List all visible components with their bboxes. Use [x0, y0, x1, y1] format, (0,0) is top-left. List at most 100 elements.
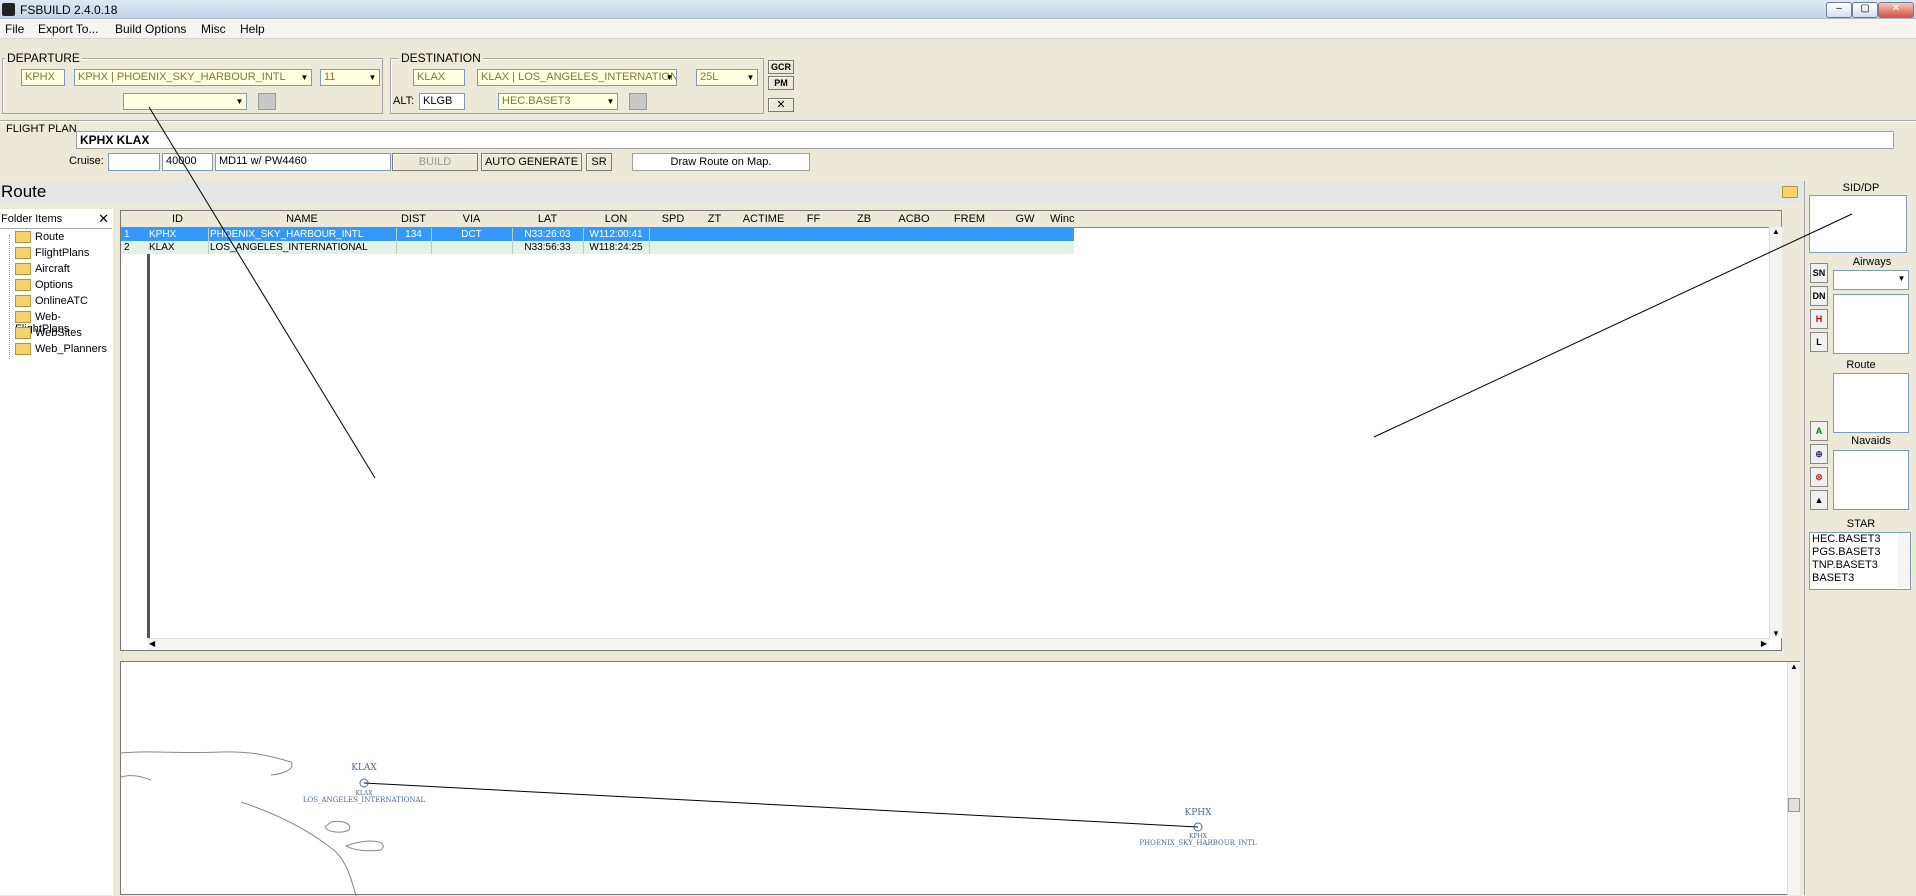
- star-select[interactable]: HEC.BASET3 ▼: [498, 93, 618, 110]
- close-icon[interactable]: ✕: [98, 211, 109, 227]
- folder-icon: [15, 247, 31, 260]
- navaids-list[interactable]: [1833, 450, 1909, 510]
- folder-item-options[interactable]: Options: [15, 279, 73, 293]
- folder-item-web-flightplans[interactable]: Web-FlightPlans: [15, 311, 113, 335]
- gcr-button[interactable]: GCR: [768, 60, 794, 74]
- build-button[interactable]: BUILD: [392, 153, 478, 171]
- scroll-left-icon[interactable]: ◀: [149, 639, 155, 648]
- destination-airport-select[interactable]: KLAX | LOS_ANGELES_INTERNATION ▼: [477, 69, 677, 86]
- dn-button[interactable]: DN: [1810, 286, 1828, 306]
- destination-runway-select[interactable]: 25L ▼: [696, 69, 758, 86]
- column-header[interactable]: DIST: [396, 211, 432, 228]
- column-header[interactable]: ACTIME: [739, 211, 789, 228]
- airways-select[interactable]: ▼: [1833, 270, 1909, 290]
- star-item[interactable]: TNP.BASET3: [1810, 559, 1910, 572]
- pm-button[interactable]: PM: [768, 76, 794, 90]
- folder-item-web-planners[interactable]: Web_Planners: [15, 343, 107, 357]
- maximize-button[interactable]: ▢: [1852, 2, 1878, 18]
- airways-list[interactable]: [1833, 294, 1909, 354]
- star-list[interactable]: HEC.BASET3 PGS.BASET3 TNP.BASET3 BASET3: [1809, 532, 1911, 590]
- star-item[interactable]: BASET3: [1810, 572, 1910, 585]
- departure-runway-select[interactable]: 11 ▼: [320, 69, 380, 86]
- cell-via: [431, 241, 513, 254]
- menu-file[interactable]: File: [5, 22, 24, 36]
- column-header[interactable]: ZB: [839, 211, 890, 228]
- menu-export[interactable]: Export To...: [38, 22, 98, 36]
- sn-button[interactable]: SN: [1810, 263, 1828, 283]
- departure-icao-field[interactable]: KPHX: [21, 69, 65, 86]
- refresh-icon[interactable]: [629, 93, 647, 110]
- folder-header: Folder Items ✕: [0, 210, 112, 229]
- column-header[interactable]: SPD: [656, 211, 691, 228]
- column-header[interactable]: ACBO: [889, 211, 940, 228]
- close-window-button[interactable]: ✕: [1878, 2, 1914, 18]
- sr-button[interactable]: SR: [586, 153, 612, 171]
- clear-button[interactable]: ✕: [768, 98, 794, 112]
- folder-icon[interactable]: [1782, 186, 1798, 198]
- auto-generate-button[interactable]: AUTO GENERATE: [481, 153, 582, 171]
- column-header[interactable]: ZT: [690, 211, 740, 228]
- cell-id: KPHX: [149, 228, 209, 241]
- folder-item-websites[interactable]: WebSites: [15, 327, 82, 341]
- table-row[interactable]: 1 KPHX PHOENIX_SKY_HARBOUR_INTL 134 DCT …: [121, 228, 1074, 241]
- folder-icon: [15, 327, 31, 340]
- departure-airport-value: KPHX | PHOENIX_SKY_HARBOUR_INTL: [78, 71, 286, 83]
- horizontal-scrollbar[interactable]: ◀ ▶: [147, 638, 1769, 650]
- departure-airport-select[interactable]: KPHX | PHOENIX_SKY_HARBOUR_INTL ▼: [74, 69, 312, 86]
- star-scrollbar[interactable]: [1898, 533, 1910, 587]
- app-icon: [2, 3, 15, 16]
- cruise-altitude-field[interactable]: 40000: [162, 153, 213, 171]
- scroll-down-icon[interactable]: ▼: [1772, 629, 1780, 638]
- flight-plan-label: FLIGHT PLAN: [6, 123, 77, 135]
- route-string-field[interactable]: KPHX KLAX: [76, 131, 1894, 149]
- column-header[interactable]: ID: [147, 211, 209, 228]
- column-header[interactable]: NAME: [208, 211, 397, 228]
- route-grid[interactable]: ID NAME DIST VIA LAT LON SPD ZT ACTIME F…: [120, 210, 1782, 651]
- column-header[interactable]: Winc: [1050, 211, 1075, 228]
- route-list[interactable]: [1833, 373, 1909, 433]
- l-button[interactable]: L: [1810, 332, 1828, 352]
- menu-build-options[interactable]: Build Options: [115, 22, 186, 36]
- star-item[interactable]: HEC.BASET3: [1810, 533, 1910, 546]
- destination-icao-field[interactable]: KLAX: [413, 69, 465, 86]
- coastline: [240, 801, 357, 896]
- folder-item-onlineatc[interactable]: OnlineATC: [15, 295, 88, 309]
- map-scrollbar[interactable]: ▲: [1787, 662, 1800, 895]
- folder-item-label: Options: [35, 279, 73, 291]
- sid-select[interactable]: ▼: [123, 93, 247, 110]
- scroll-thumb[interactable]: [1788, 798, 1800, 812]
- column-header[interactable]: FF: [788, 211, 840, 228]
- a-button[interactable]: A: [1810, 421, 1828, 441]
- column-header[interactable]: FREM: [939, 211, 1001, 228]
- triangle-icon[interactable]: ▲: [1810, 490, 1828, 510]
- refresh-icon[interactable]: [258, 93, 276, 110]
- vertical-scrollbar[interactable]: ▲ ▼: [1769, 227, 1782, 638]
- table-row[interactable]: 2 KLAX LOS_ANGELES_INTERNATIONAL N33:56:…: [121, 241, 1074, 254]
- destination-runway-value: 25L: [700, 71, 719, 83]
- sid-list[interactable]: [1809, 195, 1907, 253]
- destination-airport-value: KLAX | LOS_ANGELES_INTERNATION: [481, 71, 677, 83]
- column-header[interactable]: GW: [1000, 211, 1051, 228]
- cruise-speed-field[interactable]: [108, 153, 160, 171]
- minimize-button[interactable]: ‒: [1826, 2, 1852, 18]
- column-header[interactable]: LAT: [512, 211, 584, 228]
- folder-panel: Folder Items ✕ Route FlightPlans Aircraf…: [0, 209, 113, 895]
- alternate-field[interactable]: KLGB: [419, 93, 465, 110]
- scroll-right-icon[interactable]: ▶: [1761, 639, 1767, 648]
- vor-icon[interactable]: ⊕: [1810, 444, 1828, 464]
- folder-item-route[interactable]: Route: [15, 231, 64, 245]
- route-map[interactable]: KLAX KLAX LOS_ANGELES_INTERNATIONAL KPHX…: [120, 661, 1800, 896]
- draw-route-button[interactable]: Draw Route on Map.: [632, 153, 810, 171]
- column-header[interactable]: LON: [583, 211, 650, 228]
- folder-item-aircraft[interactable]: Aircraft: [15, 263, 70, 277]
- column-header[interactable]: VIA: [431, 211, 513, 228]
- aircraft-field[interactable]: MD11 w/ PW4460: [215, 153, 391, 171]
- ndb-icon[interactable]: ⊗: [1810, 467, 1828, 487]
- scroll-up-icon[interactable]: ▲: [1790, 662, 1798, 671]
- menu-misc[interactable]: Misc: [201, 22, 226, 36]
- menu-help[interactable]: Help: [240, 22, 265, 36]
- folder-item-flightplans[interactable]: FlightPlans: [15, 247, 89, 261]
- scroll-up-icon[interactable]: ▲: [1772, 227, 1780, 236]
- h-button[interactable]: H: [1810, 309, 1828, 329]
- star-item[interactable]: PGS.BASET3: [1810, 546, 1910, 559]
